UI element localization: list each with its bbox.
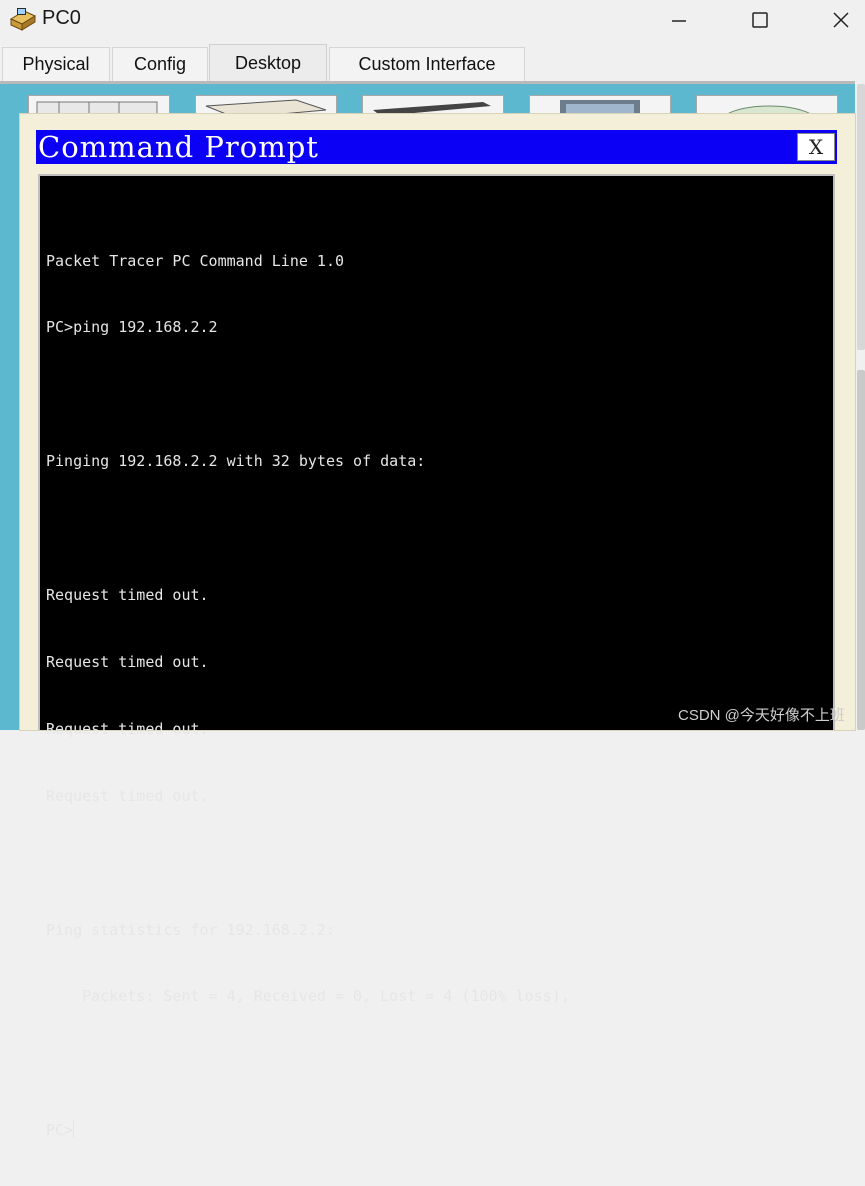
window-title: PC0 [42,7,81,29]
tab-label: Config [133,54,187,74]
console-line: Ping statistics for 192.168.2.2: [46,920,335,939]
minimize-icon [672,20,686,22]
console-line: Pinging 192.168.2.2 with 32 bytes of dat… [46,452,426,471]
tab-label: Custom Interface [358,54,496,74]
console-line: PC>ping 192.168.2.2 [46,318,218,337]
packet-tracer-pc-icon [9,8,37,31]
maximize-icon [752,12,768,28]
tab-physical[interactable]: Physical [2,47,110,81]
minimize-button[interactable] [659,6,699,34]
text-cursor [73,1120,75,1139]
console-line: Request timed out. [46,652,209,671]
command-prompt-title: Command Prompt [38,130,319,164]
console-output[interactable]: Packet Tracer PC Command Line 1.0 PC>pin… [38,174,835,1139]
console-line: Packets: Sent = 4, Received = 0, Lost = … [46,987,570,1006]
tab-desktop[interactable]: Desktop [209,44,327,81]
console-line: Packet Tracer PC Command Line 1.0 [46,251,345,270]
window-titlebar: PC0 [0,0,865,44]
close-button[interactable] [821,6,861,34]
tab-label: Physical [22,54,90,74]
close-icon [833,12,849,28]
console-prompt-line[interactable]: PC> [46,1119,570,1141]
maximize-button[interactable] [740,6,780,34]
console-line: Request timed out. [46,786,209,805]
tab-bar: Physical Config Desktop Custom Interface [0,44,865,81]
scrollbar-track-segment [857,84,865,350]
command-prompt-window: Command Prompt X Packet Tracer PC Comman… [20,114,855,1139]
tab-config[interactable]: Config [112,47,208,81]
scrollbar-thumb[interactable] [857,370,865,730]
console-line: Request timed out. [46,586,209,605]
watermark: CSDN @今天好像不上班 [678,707,845,724]
command-prompt-titlebar: Command Prompt [36,130,837,164]
tab-custom-interface[interactable]: Custom Interface [329,47,525,81]
tab-label: Desktop [234,52,302,73]
command-prompt-close-button[interactable]: X [797,133,835,161]
console-lines: Packet Tracer PC Command Line 1.0 PC>pin… [46,205,570,1186]
console-prompt: PC> [46,1121,74,1140]
console-line: Request timed out. [46,719,209,738]
